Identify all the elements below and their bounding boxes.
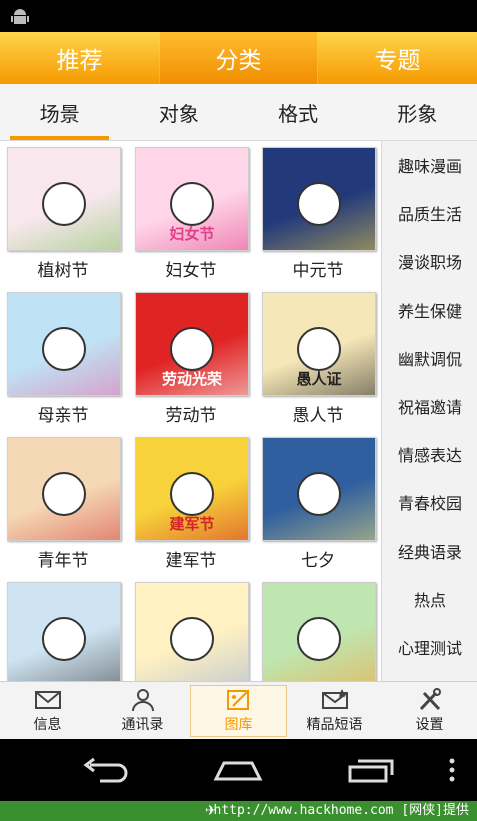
home-icon[interactable] xyxy=(212,757,264,783)
system-nav-bar xyxy=(0,739,477,801)
grid-thumbnail: 建军节 xyxy=(135,437,249,541)
grid-thumbnail xyxy=(7,147,121,251)
cartoon-figure xyxy=(42,617,86,661)
grid-item[interactable]: 植树节 xyxy=(4,147,122,281)
cartoon-figure xyxy=(297,327,341,371)
grid-item[interactable]: 中元节 xyxy=(259,147,377,281)
grid-item[interactable]: 母亲节 xyxy=(4,292,122,426)
bottom-nav: 信息 通讯录 图库 精品短语 设置 xyxy=(0,681,477,740)
grid-item-label: 青年节 xyxy=(37,551,89,571)
nav-settings[interactable]: 设置 xyxy=(382,682,477,740)
thumbnail-art-text: 妇女节 xyxy=(169,225,215,243)
grid-item-label: 妇女节 xyxy=(165,261,217,281)
image-grid: 植树节 妇女节 妇女节 中元节 母亲节 劳动光荣 劳动节 愚人证 愚人节 青年节 建军节 建军节 七夕 xyxy=(0,141,381,681)
sub-tab-bar: 场景 对象 格式 形象 xyxy=(0,84,477,141)
side-category-item[interactable]: 祝福邀请 xyxy=(382,382,477,430)
watermark-bar: ✈ http://www.hackhome.com [网侠]提供 xyxy=(0,801,477,821)
grid-item-label: 七夕 xyxy=(301,551,335,571)
grid-item[interactable]: 七夕 xyxy=(259,437,377,571)
side-category-item[interactable]: 养生保健 xyxy=(382,286,477,334)
subtab-target[interactable]: 对象 xyxy=(119,84,238,140)
grid-thumbnail xyxy=(262,437,376,541)
side-category-item[interactable]: 情感表达 xyxy=(382,430,477,478)
grid-thumbnail xyxy=(262,582,376,681)
nav-label: 设置 xyxy=(415,717,444,733)
grid-item[interactable] xyxy=(259,582,377,681)
nav-contacts[interactable]: 通讯录 xyxy=(95,682,190,740)
cartoon-figure xyxy=(42,472,86,516)
cartoon-figure xyxy=(297,472,341,516)
grid-item[interactable]: 青年节 xyxy=(4,437,122,571)
nav-gallery[interactable]: 图库 xyxy=(190,685,287,737)
subtab-character[interactable]: 形象 xyxy=(358,84,477,140)
star-mail-icon xyxy=(321,689,348,709)
side-category-item[interactable]: 青春校园 xyxy=(382,478,477,526)
grid-item-label: 建军节 xyxy=(165,551,217,571)
grid-thumbnail xyxy=(262,147,376,251)
cartoon-figure xyxy=(42,327,86,371)
tab-topic[interactable]: 专题 xyxy=(318,32,477,84)
grid-item-label: 劳动节 xyxy=(165,406,217,426)
grid-thumbnail xyxy=(7,582,121,681)
side-category-item[interactable]: 热点 xyxy=(382,575,477,623)
recent-apps-icon[interactable] xyxy=(346,757,396,783)
subtab-format[interactable]: 格式 xyxy=(239,84,358,140)
top-tab-bar: 推荐 分类 专题 xyxy=(0,32,477,84)
grid-thumbnail: 劳动光荣 xyxy=(135,292,249,396)
nav-label: 信息 xyxy=(33,717,62,733)
side-category-item[interactable]: 漫谈职场 xyxy=(382,237,477,285)
thumbnail-art-text: 愚人证 xyxy=(296,370,342,388)
nav-short-phrases[interactable]: 精品短语 xyxy=(287,682,382,740)
grid-thumbnail xyxy=(7,437,121,541)
person-icon xyxy=(131,689,154,712)
cartoon-figure xyxy=(170,472,214,516)
grid-item[interactable]: 妇女节 妇女节 xyxy=(132,147,250,281)
side-category-item[interactable]: 幽默调侃 xyxy=(382,334,477,382)
grid-thumbnail xyxy=(135,582,249,681)
nav-label: 精品短语 xyxy=(306,717,363,733)
side-category-item[interactable]: 经典语录 xyxy=(382,527,477,575)
grid-item-label: 母亲节 xyxy=(37,406,89,426)
image-edit-icon xyxy=(226,690,249,710)
grid-item-label: 中元节 xyxy=(292,261,344,281)
cartoon-figure xyxy=(170,182,214,226)
cartoon-figure xyxy=(42,182,86,226)
grid-item[interactable]: 建军节 建军节 xyxy=(132,437,250,571)
subtab-scene[interactable]: 场景 xyxy=(0,84,119,140)
android-robot-icon xyxy=(11,9,29,24)
envelope-icon xyxy=(34,691,61,709)
grid-item-label: 植树节 xyxy=(37,261,89,281)
nav-label: 通讯录 xyxy=(121,717,164,733)
thumbnail-art-text: 劳动光荣 xyxy=(161,370,222,388)
grid-thumbnail: 妇女节 xyxy=(135,147,249,251)
cartoon-figure xyxy=(170,617,214,661)
cartoon-figure xyxy=(297,182,341,226)
grid-item[interactable] xyxy=(4,582,122,681)
grid-item[interactable]: 劳动光荣 劳动节 xyxy=(132,292,250,426)
overflow-menu-icon[interactable] xyxy=(446,757,458,783)
cartoon-figure xyxy=(297,617,341,661)
nav-messages[interactable]: 信息 xyxy=(0,682,95,740)
grid-thumbnail: 愚人证 xyxy=(262,292,376,396)
side-category-item[interactable]: 品质生活 xyxy=(382,189,477,237)
tab-recommend[interactable]: 推荐 xyxy=(0,32,159,84)
status-bar xyxy=(0,0,477,32)
back-icon[interactable] xyxy=(80,757,130,783)
tab-category[interactable]: 分类 xyxy=(159,32,318,84)
grid-item[interactable] xyxy=(132,582,250,681)
grid-thumbnail xyxy=(7,292,121,396)
nav-label: 图库 xyxy=(224,717,253,733)
grid-item-label: 愚人节 xyxy=(292,406,344,426)
side-category-item[interactable]: 心理测试 xyxy=(382,623,477,671)
watermark-text: http://www.hackhome.com [网侠]提供 xyxy=(213,803,470,818)
side-category-item[interactable]: 趣味漫画 xyxy=(382,141,477,189)
tools-icon xyxy=(419,688,441,711)
grid-item[interactable]: 愚人证 愚人节 xyxy=(259,292,377,426)
thumbnail-art-text: 建军节 xyxy=(169,515,215,533)
cartoon-figure xyxy=(170,327,214,371)
category-side-list: 趣味漫画 品质生活 漫谈职场 养生保健 幽默调侃 祝福邀请 情感表达 青春校园 经典语录 热点 心理… xyxy=(381,141,477,681)
